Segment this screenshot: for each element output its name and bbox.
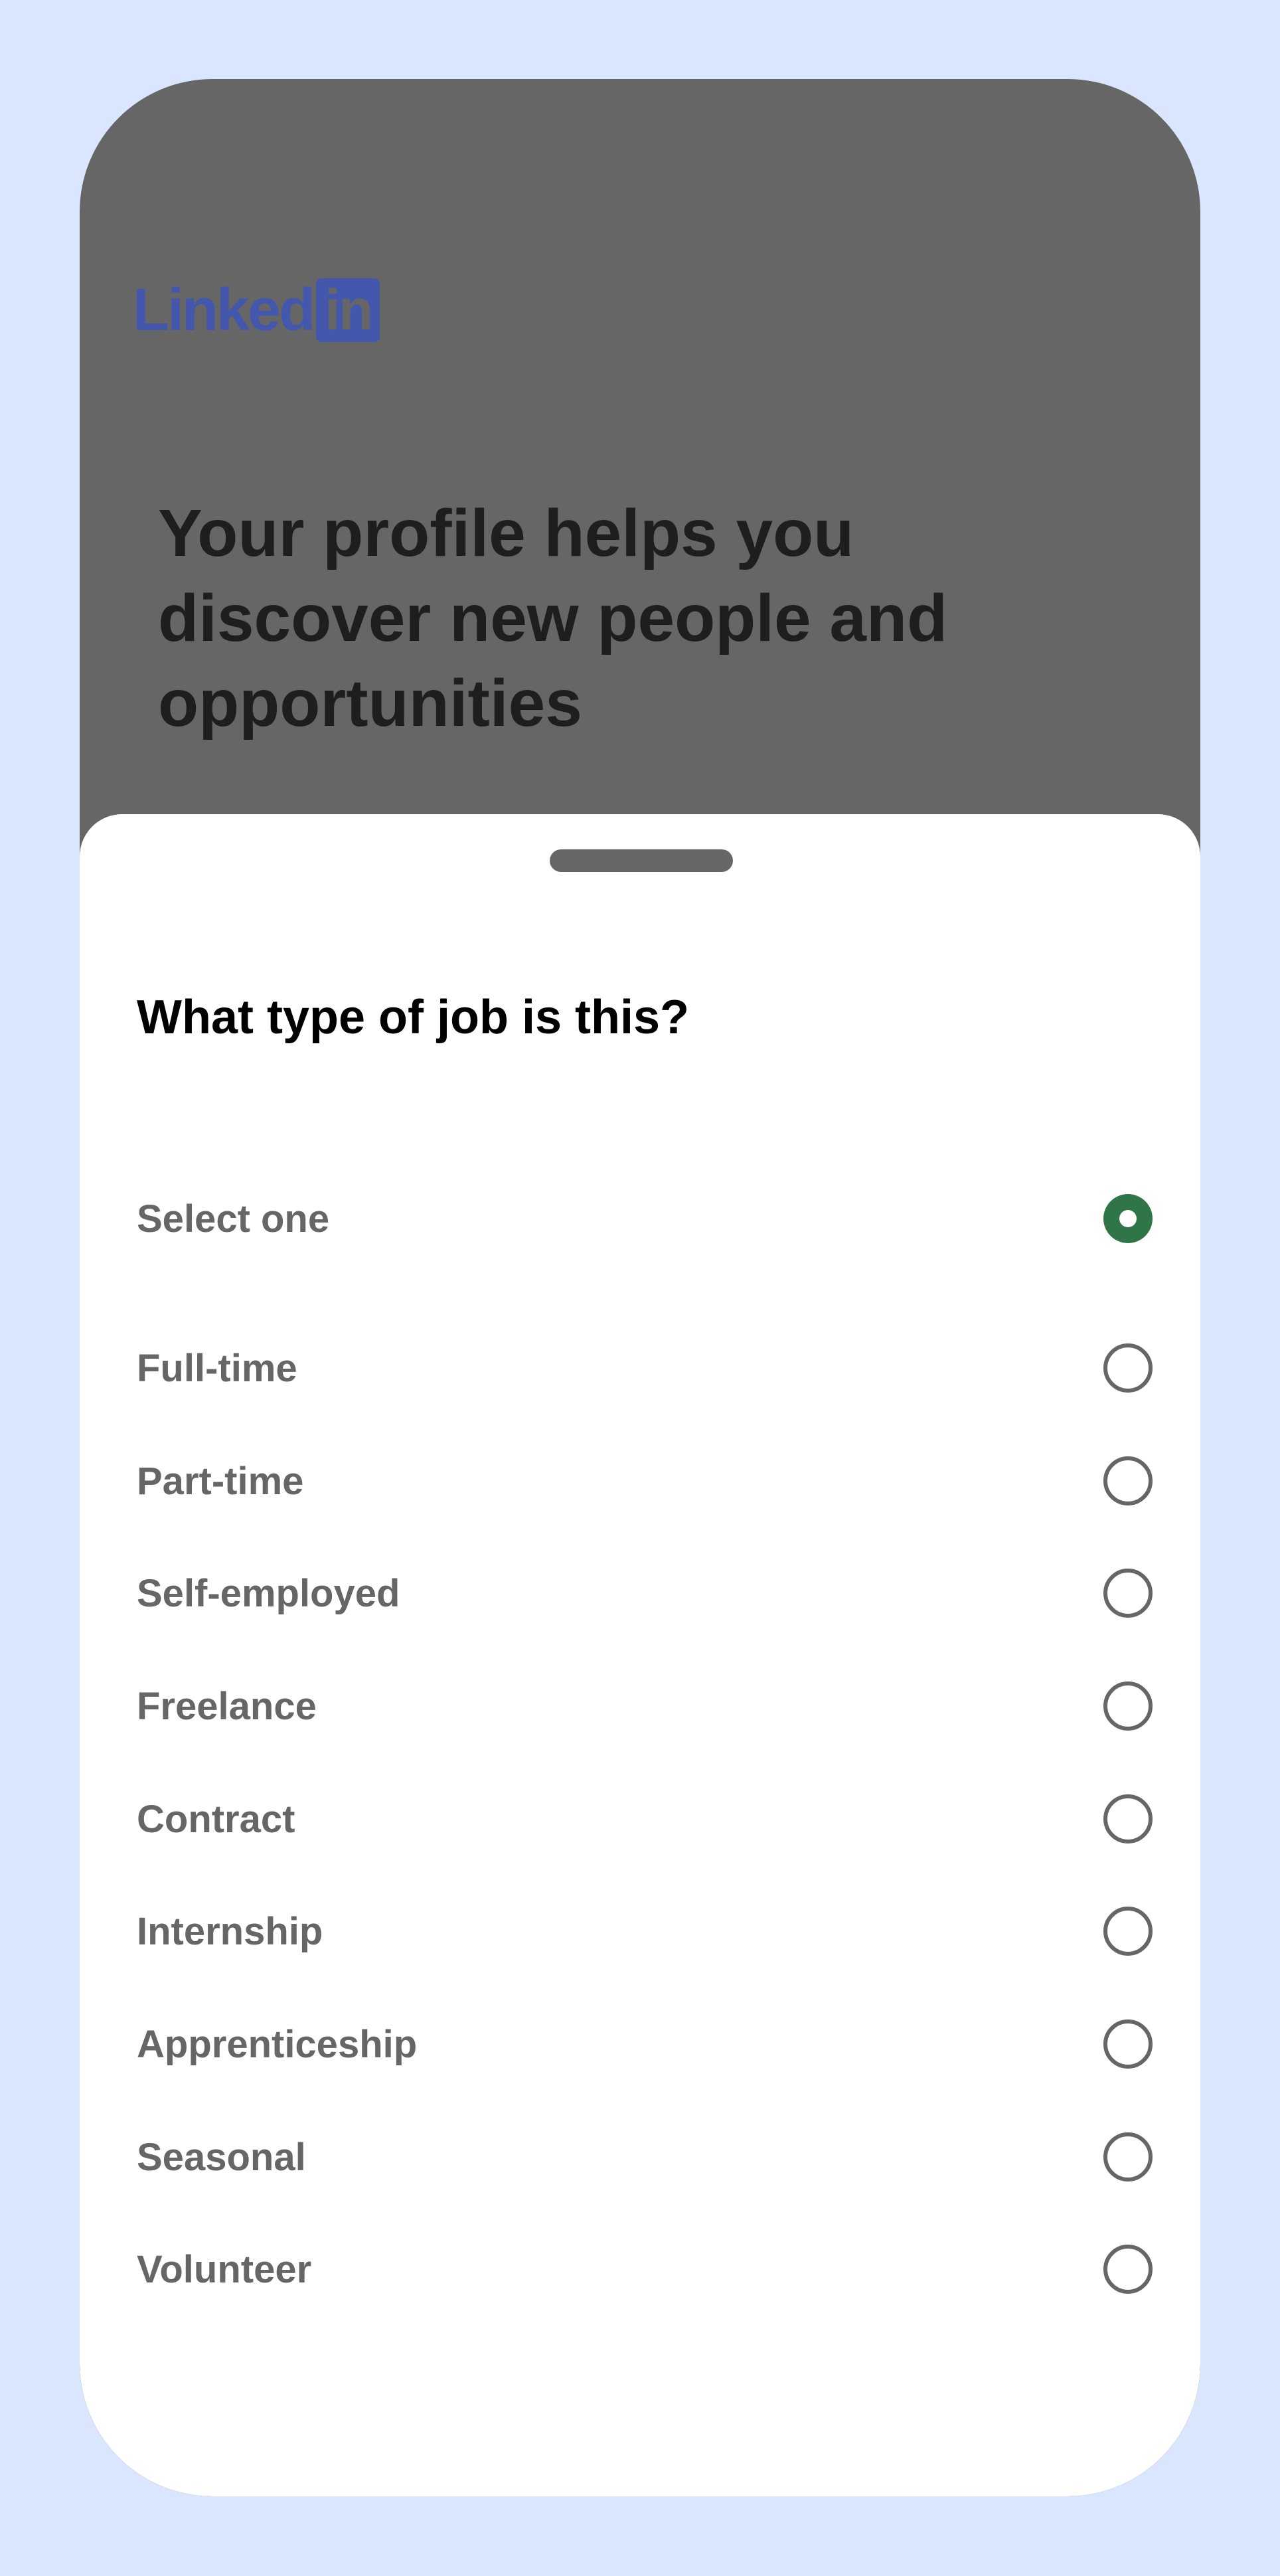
option-label: Freelance (137, 1684, 317, 1728)
sheet-drag-handle[interactable] (550, 849, 733, 872)
radio-unselected-icon[interactable] (1103, 2132, 1153, 2182)
radio-selected-icon[interactable] (1103, 1194, 1153, 1243)
logo-in-box: in (316, 278, 380, 342)
option-part-time[interactable]: Part-time (137, 1441, 1153, 1521)
option-label: Seasonal (137, 2135, 306, 2179)
radio-unselected-icon[interactable] (1103, 2245, 1153, 2294)
sheet-title: What type of job is this? (137, 991, 689, 1044)
radio-unselected-icon[interactable] (1103, 2019, 1153, 2069)
option-label: Contract (137, 1797, 295, 1841)
logo-wordmark: Linked (133, 277, 315, 343)
option-full-time[interactable]: Full-time (137, 1328, 1153, 1408)
bottom-sheet: What type of job is this? Select one Ful… (80, 814, 1200, 2496)
option-label: Full-time (137, 1346, 297, 1390)
option-select-one[interactable]: Select one (137, 1179, 1153, 1258)
page-headline: Your profile helps you discover new peop… (158, 496, 948, 740)
radio-unselected-icon[interactable] (1103, 1569, 1153, 1618)
option-seasonal[interactable]: Seasonal (137, 2117, 1153, 2197)
radio-unselected-icon[interactable] (1103, 1456, 1153, 1505)
option-apprenticeship[interactable]: Apprenticeship (137, 2004, 1153, 2084)
option-freelance[interactable]: Freelance (137, 1666, 1153, 1746)
linkedin-logo: Linked in (133, 278, 380, 342)
option-label: Internship (137, 1909, 323, 1953)
radio-unselected-icon[interactable] (1103, 1907, 1153, 1956)
radio-unselected-icon[interactable] (1103, 1794, 1153, 1844)
option-label: Volunteer (137, 2247, 312, 2291)
option-label: Apprenticeship (137, 2022, 418, 2066)
option-contract[interactable]: Contract (137, 1779, 1153, 1859)
option-self-employed[interactable]: Self-employed (137, 1553, 1153, 1633)
option-volunteer[interactable]: Volunteer (137, 2229, 1153, 2309)
radio-unselected-icon[interactable] (1103, 1681, 1153, 1731)
option-label: Select one (137, 1197, 330, 1241)
option-label: Part-time (137, 1459, 304, 1503)
option-label: Self-employed (137, 1571, 400, 1615)
phone-screen: Linked in Your profile helps you discove… (80, 79, 1200, 2496)
radio-unselected-icon[interactable] (1103, 1343, 1153, 1393)
option-internship[interactable]: Internship (137, 1891, 1153, 1971)
